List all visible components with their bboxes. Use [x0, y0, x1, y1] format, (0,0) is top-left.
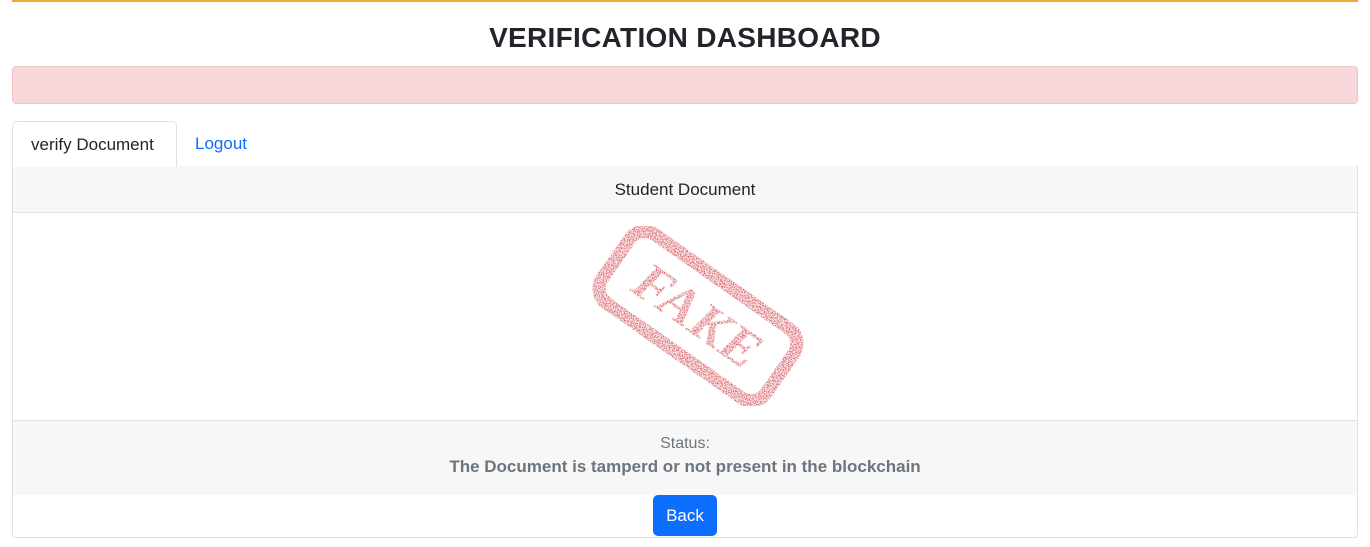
- status-label: Status:: [660, 435, 710, 452]
- fake-stamp-icon: FAKE: [592, 224, 804, 408]
- tab-logout[interactable]: Logout: [177, 121, 265, 166]
- back-button[interactable]: Back: [653, 495, 717, 536]
- page-title: VERIFICATION DASHBOARD: [489, 22, 881, 53]
- verification-page: VERIFICATION DASHBOARD verify Document L…: [12, 0, 1358, 547]
- alert-banner: [12, 66, 1358, 104]
- fake-stamp-image: FAKE: [583, 224, 813, 408]
- tab-verify-document[interactable]: verify Document: [12, 121, 177, 167]
- nav-tabs: verify Document Logout: [12, 121, 1358, 167]
- status-footer: Status: The Document is tamperd or not p…: [13, 420, 1357, 495]
- card-header-title: Student Document: [13, 166, 1357, 213]
- document-card: Student Document FAKE Status: The Docume…: [12, 166, 1358, 538]
- status-message: The Document is tamperd or not present i…: [449, 457, 921, 476]
